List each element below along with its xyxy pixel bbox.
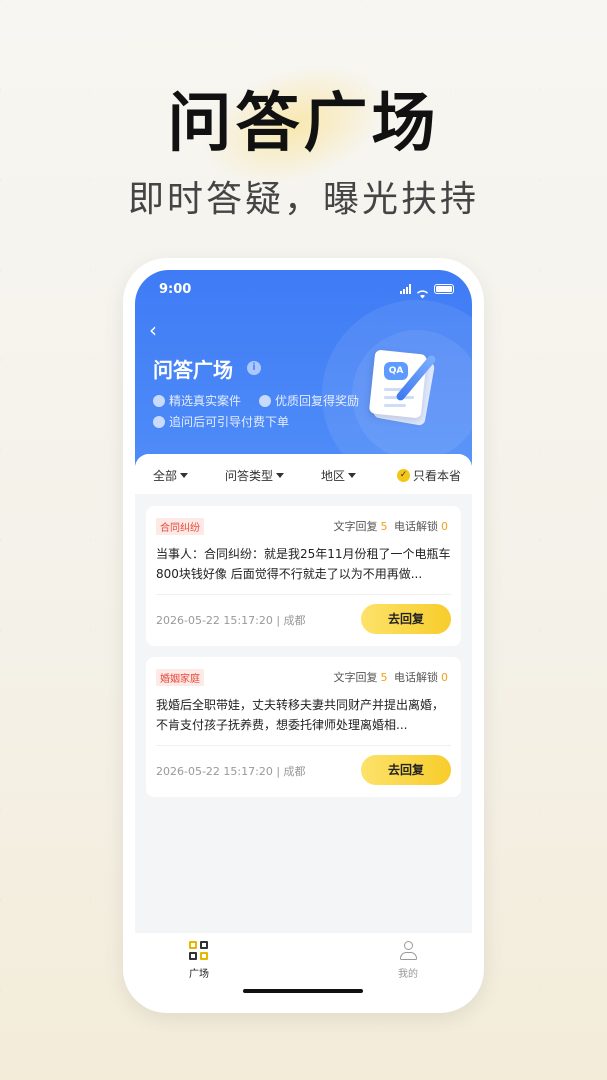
only-province-toggle[interactable]: ✓ 只看本省 [397,467,461,484]
phone-unlock-count: 0 [441,671,448,684]
caret-down-icon [276,473,285,478]
caret-down-icon [348,473,357,478]
qa-document-illustration: QA [368,348,450,430]
divider [156,594,451,595]
check-circle-icon: ✓ [397,469,410,482]
feature-label: 精选真实案件 [169,394,242,408]
hero-subtitle: 即时答疑，曝光扶持 [127,179,479,220]
signal-icon [400,284,411,294]
content-area: 全部 问答类型 地区 ✓ 只看本省 合同纠纷 文字回复 5 电话解锁 0 当事人… [135,454,472,934]
text-reply-label: 文字回复 [333,520,378,533]
info-icon[interactable]: i [247,361,261,375]
tab-bar: 广场 我的 [135,933,472,1001]
reply-stats: 文字回复 5 电话解锁 0 [334,518,452,534]
status-time: 9:00 [159,282,192,297]
tab-mine[interactable]: 我的 [378,941,438,980]
filter-all[interactable]: 全部 [153,467,189,484]
trophy-icon [259,394,271,407]
tab-label: 广场 [189,969,209,980]
category-tag: 合同纠纷 [156,518,204,535]
chevron-left-icon[interactable]: ‹ [149,318,157,342]
status-icons [400,284,454,299]
filter-qa-type[interactable]: 问答类型 [225,467,285,484]
phone-unlock-label: 电话解锁 [394,520,438,533]
question-text: 当事人：合同纠纷：就是我25年11月份租了一个电瓶车 800块钱好像 后面觉得不… [156,547,451,581]
person-icon [398,941,418,961]
wifi-icon [416,284,429,299]
reply-stats: 文字回复 5 电话解锁 0 [334,669,452,685]
text-reply-count: 5 [380,671,388,684]
feature-label: 优质回复得奖励 [275,394,360,408]
text-reply-label: 文字回复 [333,671,378,684]
post-time: 2026-05-22 15:17:20 [156,614,273,627]
phone-unlock-label: 电话解锁 [394,671,438,684]
question-text: 我婚后全职带娃，丈夫转移夫妻共同财产并提出离婚，不肯支付孩子抚养费，想委托律师处… [156,698,445,732]
card-meta: 2026-05-22 15:17:20 | 成都 [156,765,306,778]
text-reply-count: 5 [380,520,388,533]
post-location: 成都 [283,614,306,627]
post-time: 2026-05-22 15:17:20 [156,765,273,778]
money-bag-icon [153,415,165,428]
hero-title: 问答广场 [167,87,440,161]
phone-unlock-count: 0 [441,520,448,533]
card-meta: 2026-05-22 15:17:20 | 成都 [156,614,306,627]
phone-screen: 9:00 ‹ 问答广场 i 精选真实案件 优质回复得奖励 追问后可引导付费下单 … [135,270,472,1001]
square-grid-icon [189,941,209,961]
question-card[interactable]: 合同纠纷 文字回复 5 电话解锁 0 当事人：合同纠纷：就是我25年11月份租了一个… [146,506,461,646]
feature-item: 精选真实案件 [153,392,241,409]
question-card[interactable]: 婚姻家庭 文字回复 5 电话解锁 0 我婚后全职带娃，丈夫转移夫妻共同财产并提出离婚… [146,657,461,797]
filter-label: 问答类型 [225,469,274,483]
star-badge-icon [153,394,165,407]
phone-frame: 9:00 ‹ 问答广场 i 精选真实案件 优质回复得奖励 追问后可引导付费下单 … [123,258,484,1013]
feature-item: 优质回复得奖励 [259,392,359,409]
post-location: 成都 [283,765,306,778]
caret-down-icon [180,473,189,478]
divider [156,745,451,746]
page-title: 问答广场 [153,358,233,382]
feature-label: 追问后可引导付费下单 [169,415,290,429]
header: 9:00 ‹ 问答广场 i 精选真实案件 优质回复得奖励 追问后可引导付费下单 … [135,270,472,466]
category-tag: 婚姻家庭 [156,669,204,686]
battery-icon [434,284,454,294]
filter-region[interactable]: 地区 [321,467,357,484]
toggle-label: 只看本省 [413,469,462,483]
filter-label: 地区 [321,469,346,483]
reply-button[interactable]: 去回复 [361,604,451,634]
home-indicator [243,989,363,993]
filter-bar: 全部 问答类型 地区 ✓ 只看本省 [135,454,472,494]
reply-button[interactable]: 去回复 [361,755,451,785]
tab-square[interactable]: 广场 [169,941,229,980]
feature-item: 追问后可引导付费下单 [153,413,289,430]
tab-label: 我的 [398,969,418,980]
filter-label: 全部 [153,469,178,483]
